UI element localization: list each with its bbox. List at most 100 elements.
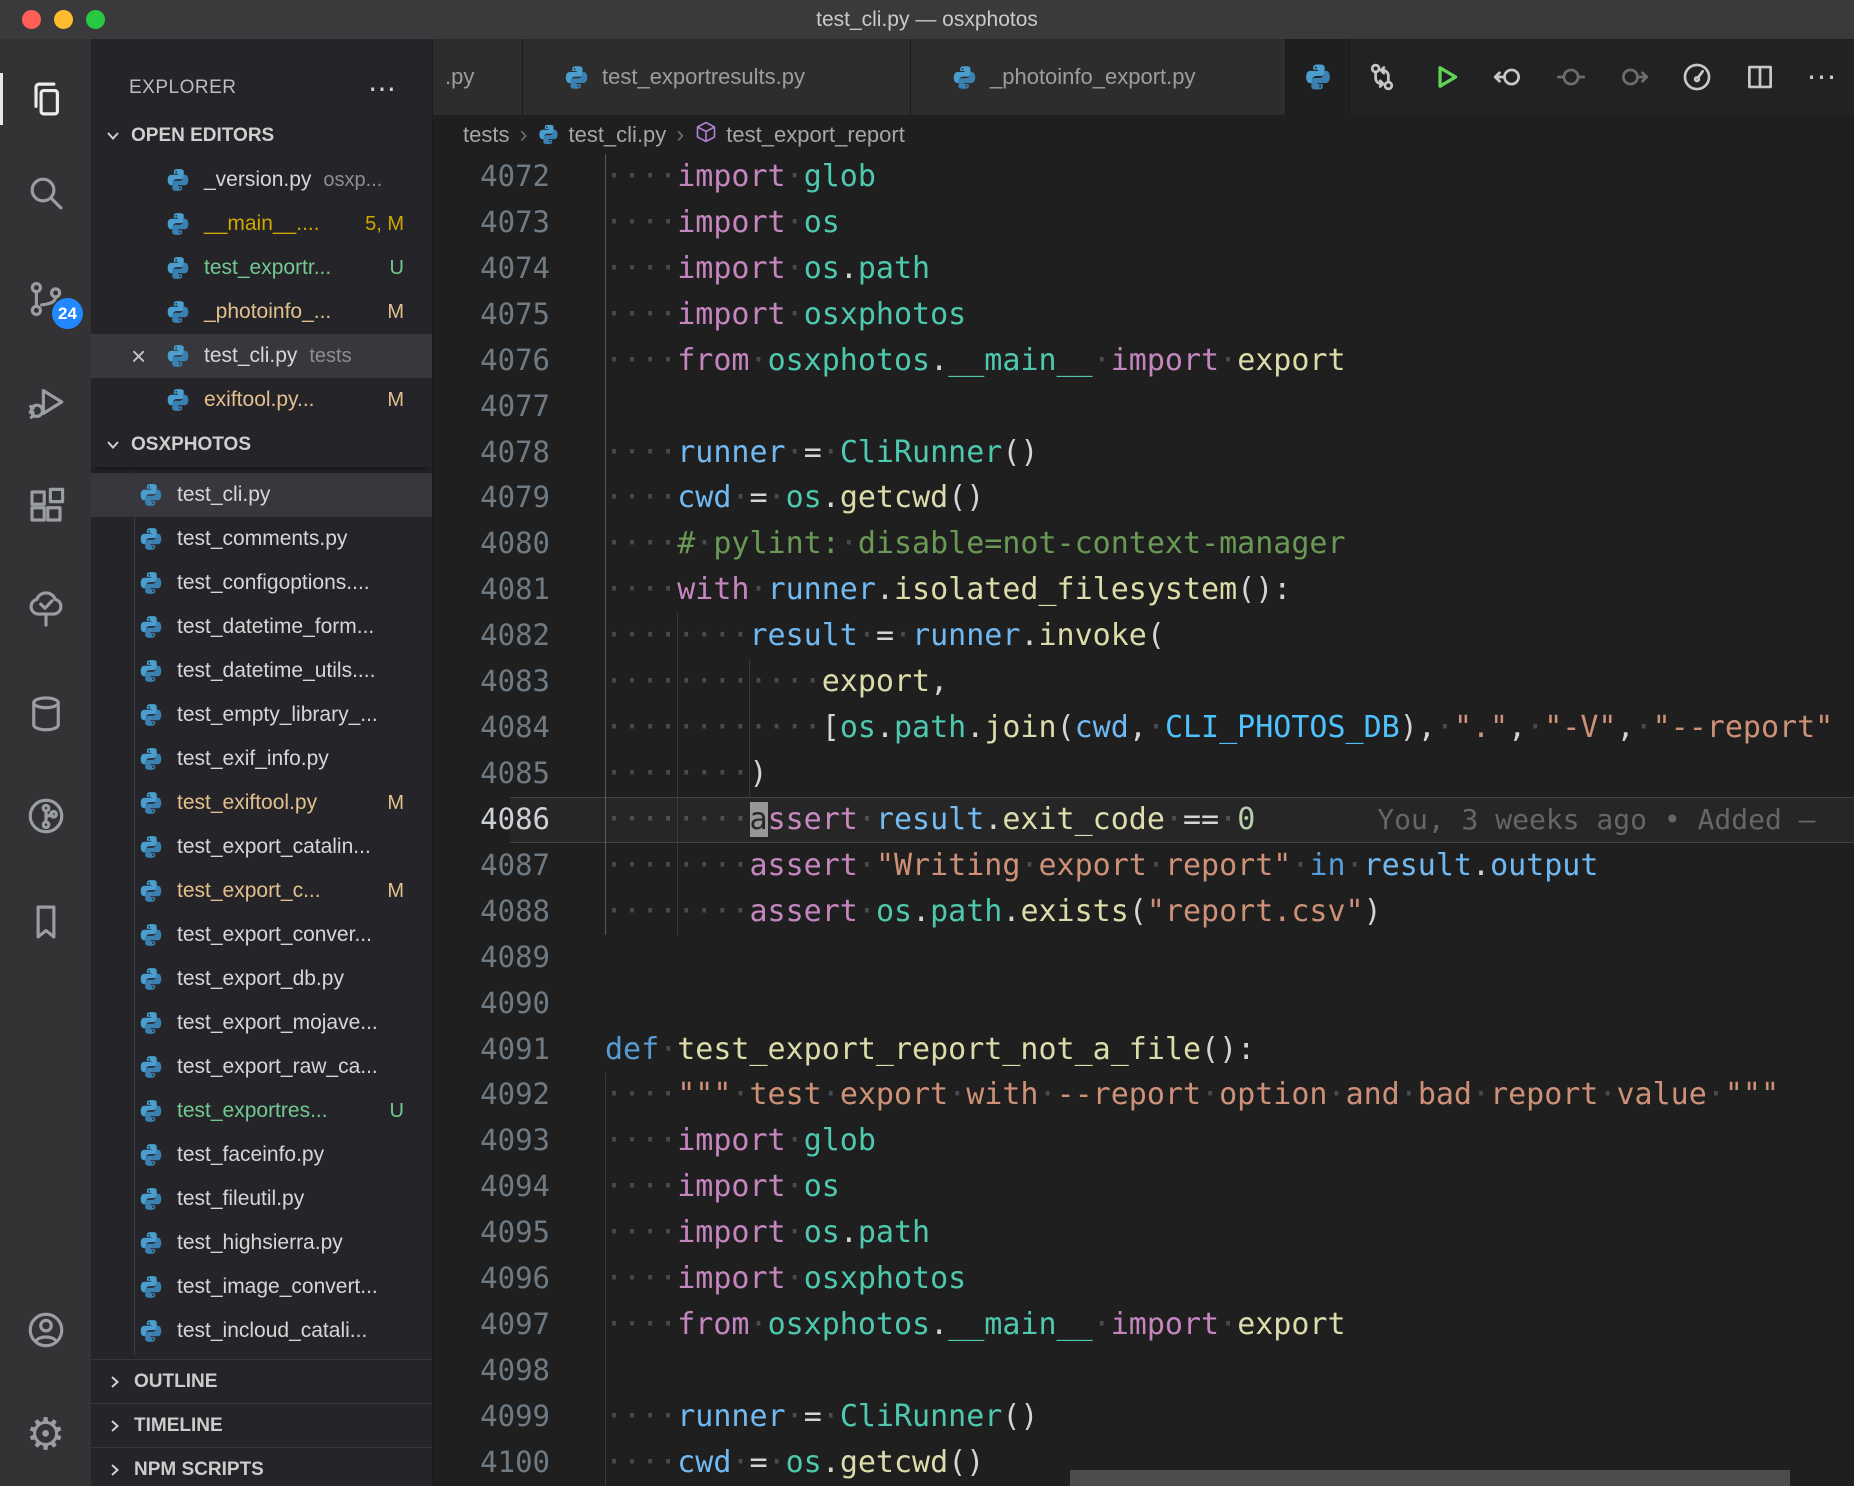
code-line[interactable]: 4097····from·osxphotos.__main__·import·e… [433, 1302, 1854, 1348]
line-content[interactable]: ····import·glob [550, 1118, 1854, 1164]
code-line[interactable]: 4091def·test_export_report_not_a_file(): [433, 1027, 1854, 1073]
code-line[interactable]: 4074····import·os.path [433, 246, 1854, 292]
line-content[interactable]: ····import·os [550, 1164, 1854, 1210]
compare-changes-icon[interactable] [1350, 39, 1413, 115]
code-line[interactable]: 4081····with·runner.isolated_filesystem(… [433, 567, 1854, 613]
code-line[interactable]: 4099····runner·=·CliRunner() [433, 1394, 1854, 1440]
code-line[interactable]: 4088········assert·os.path.exists("repor… [433, 889, 1854, 935]
code-line[interactable]: 4073····import·os [433, 200, 1854, 246]
line-content[interactable]: ············[os.path.join(cwd,·CLI_PHOTO… [550, 705, 1854, 751]
code-line[interactable]: 4078····runner·=·CliRunner() [433, 430, 1854, 476]
code-line[interactable]: 4079····cwd·=·os.getcwd() [433, 475, 1854, 521]
line-content[interactable]: ····with·runner.isolated_filesystem(): [550, 567, 1854, 613]
tree-file-item[interactable]: test_export_mojave... [91, 1001, 432, 1045]
tree-file-item[interactable]: test_faceinfo.py [91, 1133, 432, 1177]
tree-file-item[interactable]: test_empty_library_... [91, 693, 432, 737]
line-content[interactable]: ····import·glob [550, 154, 1854, 200]
line-content[interactable] [550, 935, 1854, 981]
line-content[interactable]: ········) [550, 751, 1854, 797]
maximize-window-button[interactable] [86, 10, 105, 29]
line-content[interactable]: ········result·=·runner.invoke( [550, 613, 1854, 659]
explorer-more-actions-icon[interactable]: ⋯ [368, 72, 396, 105]
code-line[interactable]: 4089 [433, 935, 1854, 981]
breadcrumb-tests[interactable]: tests [463, 122, 509, 148]
code-line[interactable]: 4092····"""·test·export·with·--report·op… [433, 1072, 1854, 1118]
line-content[interactable]: ····from·osxphotos.__main__·import·expor… [550, 1302, 1854, 1348]
tree-file-item[interactable]: test_export_c...M [91, 869, 432, 913]
line-content[interactable]: def·test_export_report_not_a_file(): [550, 1027, 1854, 1073]
line-content[interactable]: ····runner·=·CliRunner() [550, 1394, 1854, 1440]
code-line[interactable]: 4084············[os.path.join(cwd,·CLI_P… [433, 705, 1854, 751]
explorer-icon[interactable] [0, 67, 91, 131]
open-editor-item[interactable]: __main__....5, M [91, 202, 432, 246]
step-back-icon[interactable] [1476, 39, 1539, 115]
more-actions-icon[interactable]: ⋯ [1791, 39, 1854, 115]
code-line[interactable]: 4094····import·os [433, 1164, 1854, 1210]
line-content[interactable]: ····from·osxphotos.__main__·import·expor… [550, 338, 1854, 384]
tree-file-item[interactable]: test_export_db.py [91, 957, 432, 1001]
code-line[interactable]: 4076····from·osxphotos.__main__·import·e… [433, 338, 1854, 384]
line-content[interactable]: ····"""·test·export·with·--report·option… [550, 1072, 1854, 1118]
database-icon[interactable] [0, 682, 91, 746]
code-line[interactable]: 4090 [433, 981, 1854, 1027]
open-editor-item[interactable]: _photoinfo_...M [91, 290, 432, 334]
line-content[interactable]: ····runner·=·CliRunner() [550, 430, 1854, 476]
line-content[interactable]: ····import·osxphotos [550, 292, 1854, 338]
step-icon[interactable] [1539, 39, 1602, 115]
source-control-icon[interactable]: 24 [0, 267, 91, 331]
code-line[interactable]: 4087········assert·"Writing·export·repor… [433, 843, 1854, 889]
horizontal-scrollbar[interactable] [1070, 1470, 1790, 1486]
tree-file-item[interactable]: test_export_raw_ca... [91, 1045, 432, 1089]
tree-file-item[interactable]: test_export_catalin... [91, 825, 432, 869]
code-line[interactable]: 4077 [433, 384, 1854, 430]
code-line[interactable]: 4086········assert·result.exit_code·==·0… [433, 797, 1854, 843]
search-icon[interactable] [0, 161, 91, 225]
tab-.py[interactable]: .py [433, 39, 523, 115]
tab-pinned-test_cli[interactable] [1286, 39, 1350, 115]
close-icon[interactable]: × [131, 341, 146, 372]
tree-file-item[interactable]: test_fileutil.py [91, 1177, 432, 1221]
profile-gauge-icon[interactable] [1665, 39, 1728, 115]
code-line[interactable]: 4082········result·=·runner.invoke( [433, 613, 1854, 659]
tree-file-item[interactable]: test_export_conver... [91, 913, 432, 957]
section-npm-scripts[interactable]: NPM SCRIPTS [91, 1447, 432, 1486]
code-line[interactable]: 4098 [433, 1348, 1854, 1394]
run-and-debug-icon[interactable] [0, 370, 91, 434]
line-content[interactable]: ····import·os.path [550, 1210, 1854, 1256]
line-content[interactable]: ····cwd·=·os.getcwd() [550, 475, 1854, 521]
tab-test_exportresults.py[interactable]: test_exportresults.py [523, 39, 911, 115]
open-editor-item[interactable]: test_exportr...U [91, 246, 432, 290]
testing-tree-icon[interactable] [0, 577, 91, 641]
tree-file-item[interactable]: test_image_convert... [91, 1265, 432, 1309]
bookmarks-icon[interactable] [0, 890, 91, 954]
run-icon[interactable] [1413, 39, 1476, 115]
open-editor-item[interactable]: _version.pyosxp... [91, 158, 432, 202]
tree-file-item[interactable]: test_exiftool.pyM [91, 781, 432, 825]
open-editor-item[interactable]: ×test_cli.pytests [91, 334, 432, 378]
code-line[interactable]: 4093····import·glob [433, 1118, 1854, 1164]
breadcrumb-test_export_report[interactable]: test_export_report [694, 120, 905, 150]
tree-file-item[interactable]: test_datetime_form... [91, 605, 432, 649]
line-content[interactable]: ············export, [550, 659, 1854, 705]
tree-file-item[interactable]: test_comments.py [91, 517, 432, 561]
line-content[interactable] [550, 1348, 1854, 1394]
tab-_photoinfo_export.py[interactable]: _photoinfo_export.py [911, 39, 1286, 115]
section-outline[interactable]: OUTLINE [91, 1359, 432, 1403]
line-content[interactable]: ····import·os [550, 200, 1854, 246]
tree-file-item[interactable]: test_configoptions.... [91, 561, 432, 605]
step-over-icon[interactable] [1602, 39, 1665, 115]
code-line[interactable]: 4085········) [433, 751, 1854, 797]
accounts-icon[interactable] [0, 1298, 91, 1362]
tree-file-item[interactable]: test_highsierra.py [91, 1221, 432, 1265]
line-content[interactable]: ········assert·"Writing·export·report"·i… [550, 843, 1854, 889]
line-content[interactable] [550, 981, 1854, 1027]
tree-file-item[interactable]: test_incloud_catali... [91, 1309, 432, 1353]
line-content[interactable]: ····#·pylint:·disable=not-context-manage… [550, 521, 1854, 567]
open-editors-header[interactable]: OPEN EDITORS [91, 113, 432, 158]
tree-file-item[interactable]: test_datetime_utils.... [91, 649, 432, 693]
code-line[interactable]: 4095····import·os.path [433, 1210, 1854, 1256]
code-editor[interactable]: 4072····import·glob4073····import·os4074… [433, 154, 1854, 1486]
settings-gear-icon[interactable]: ⚙ [0, 1402, 91, 1466]
tree-file-item[interactable]: test_exportres...U [91, 1089, 432, 1133]
close-window-button[interactable] [22, 10, 41, 29]
